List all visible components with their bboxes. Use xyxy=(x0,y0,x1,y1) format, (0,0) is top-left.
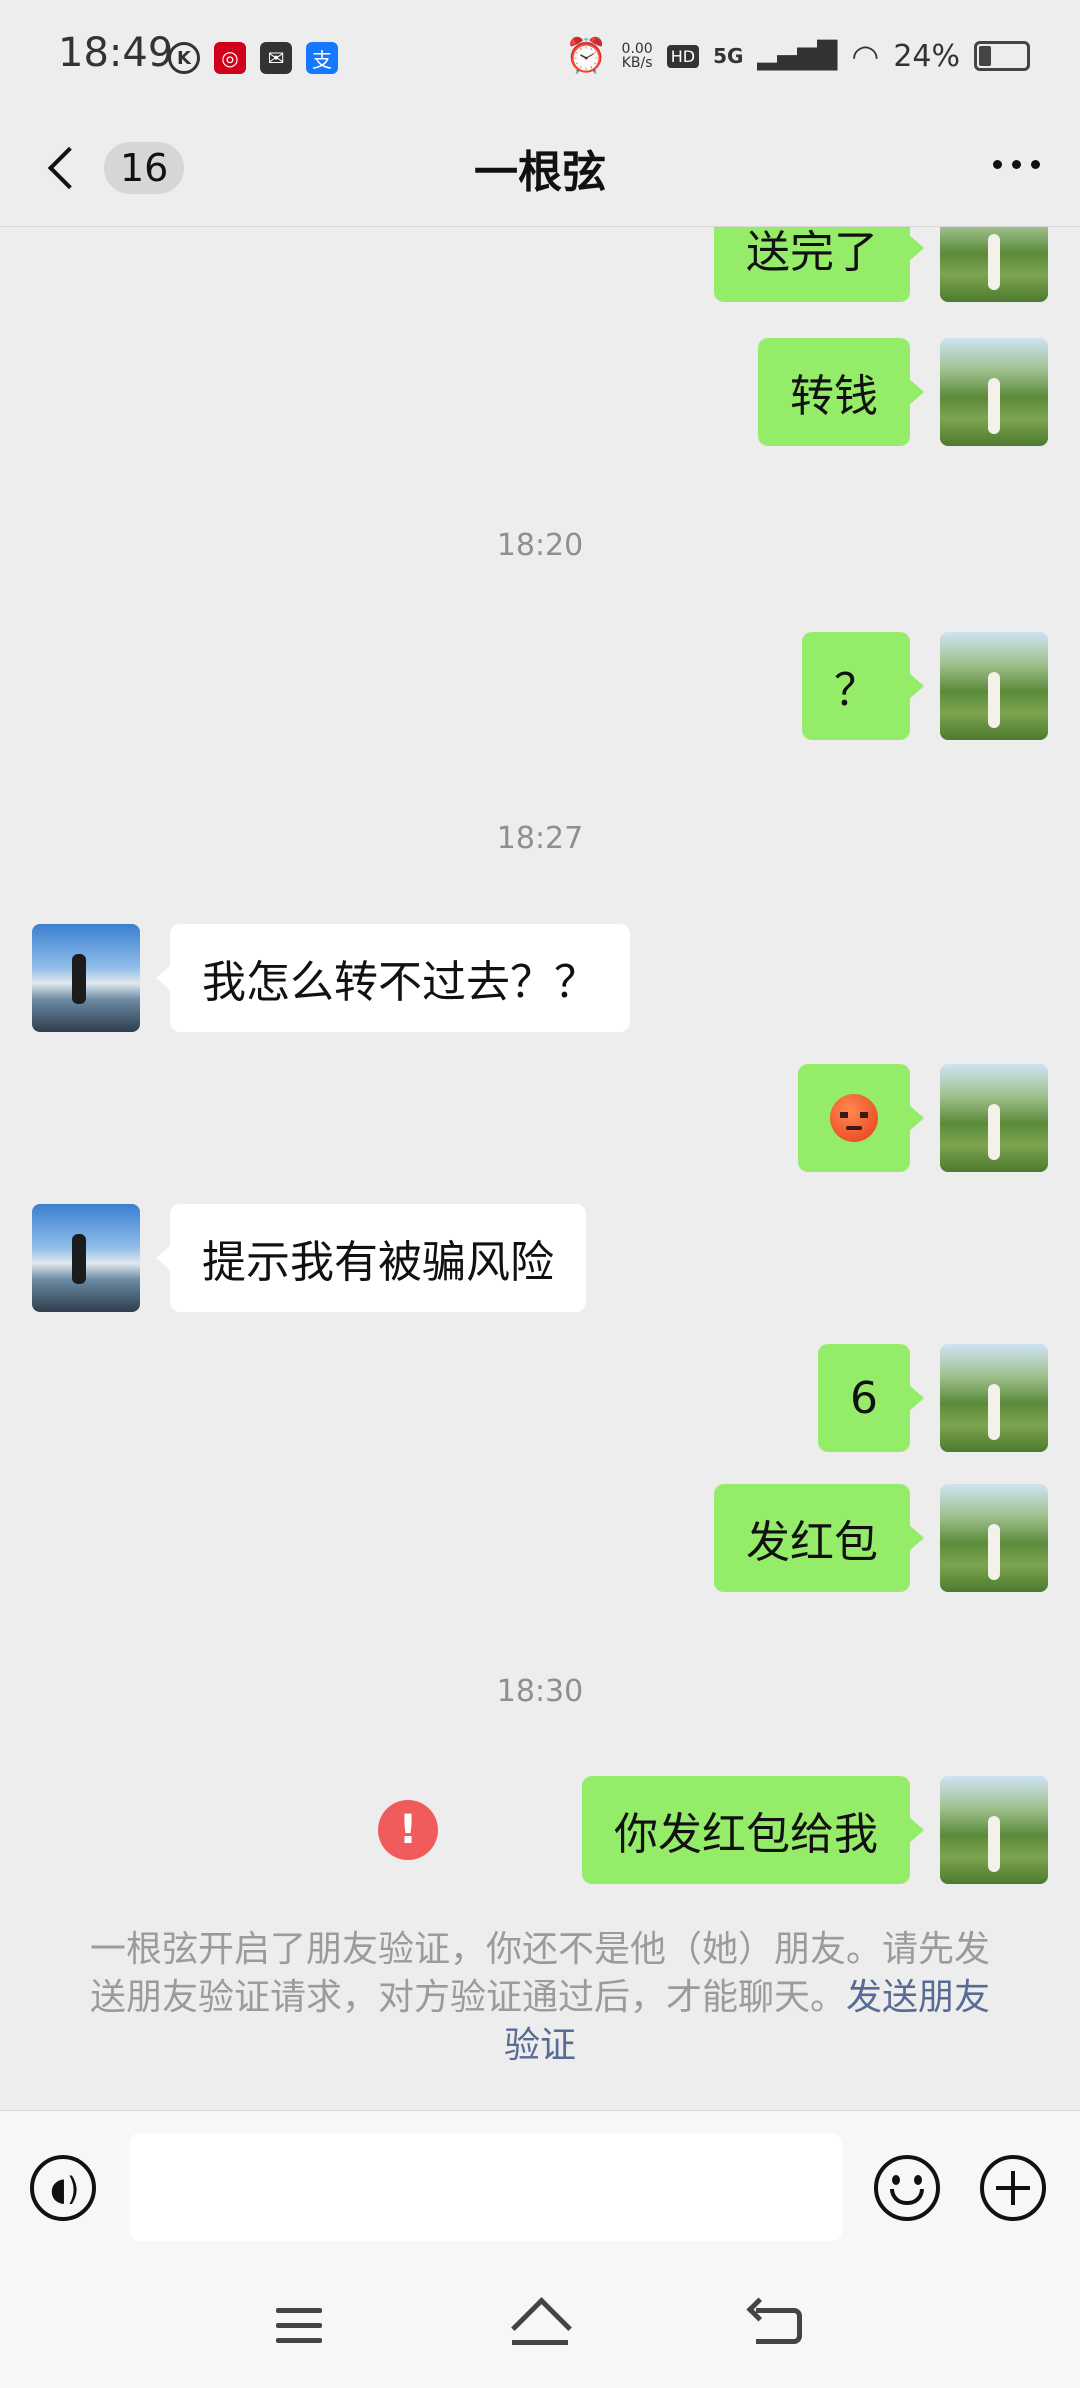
my-message-bubble[interactable] xyxy=(798,1064,924,1172)
signal-bars-icon: ▂▄▆█ xyxy=(757,41,838,71)
wifi-icon: ◠ xyxy=(851,37,880,75)
contact-avatar[interactable] xyxy=(32,924,140,1032)
bank-icon: ◎ xyxy=(214,42,246,74)
more-icon-dot xyxy=(1012,160,1021,169)
status-right: ⏰ 0.00 KB/s HD 5G ▂▄▆█ ◠ 24% xyxy=(565,36,1030,76)
more-button[interactable] xyxy=(993,160,1040,169)
more-icon xyxy=(993,160,1002,169)
message-timestamp: 18:30 xyxy=(496,1674,584,1709)
my-message-bubble[interactable]: 6 xyxy=(818,1344,924,1452)
net-speed: 0.00 KB/s xyxy=(621,41,653,71)
signal-icon: 5G xyxy=(713,44,744,68)
friend-verification-notice: 一根弦开启了朋友验证，你还不是他（她）朋友。请先发送朋友验证请求，对方验证通过后… xyxy=(80,1926,1000,2070)
message-row: 转钱 xyxy=(0,338,1080,446)
my-message-bubble[interactable]: 你发红包给我 xyxy=(582,1776,924,1884)
more-functions-button[interactable] xyxy=(980,2155,1046,2221)
hd-icon: HD xyxy=(666,44,700,68)
mail-icon: ✉ xyxy=(260,42,292,74)
battery-percent: 24% xyxy=(893,38,960,74)
battery-icon xyxy=(974,41,1030,71)
message-list[interactable]: 送完了 转钱 18:20 ？ 18:27 我怎么转不过去？？ 提示我有被骗风险 … xyxy=(0,226,1080,2110)
message-row: 我怎么转不过去？？ xyxy=(0,924,1080,1032)
message-row: 6 xyxy=(0,1344,1080,1452)
contact-message-bubble[interactable]: 提示我有被骗风险 xyxy=(156,1204,586,1312)
status-bar: 18:49 K ◎ ✉ 支 ⏰ 0.00 KB/s HD 5G ▂▄▆█ ◠ 2… xyxy=(0,0,1080,120)
k-icon: K xyxy=(168,42,200,74)
more-icon-dot xyxy=(1031,160,1040,169)
my-avatar[interactable] xyxy=(940,338,1048,446)
emoji-button[interactable] xyxy=(874,2155,940,2221)
my-avatar[interactable] xyxy=(940,1344,1048,1452)
notification-icons: K ◎ ✉ 支 xyxy=(168,42,338,74)
voice-button[interactable]: ◖) xyxy=(30,2155,96,2221)
angry-face-icon xyxy=(830,1094,878,1142)
alarm-icon: ⏰ xyxy=(565,36,608,76)
contact-message-bubble[interactable]: 我怎么转不过去？？ xyxy=(156,924,630,1032)
my-message-bubble[interactable]: 发红包 xyxy=(714,1484,924,1592)
back-icon[interactable] xyxy=(756,2308,802,2344)
contact-avatar[interactable] xyxy=(32,1204,140,1312)
menu-icon[interactable] xyxy=(276,2308,322,2344)
message-timestamp: 18:27 xyxy=(496,821,584,856)
send-failed-icon[interactable]: ! xyxy=(378,1800,438,1860)
my-avatar[interactable] xyxy=(940,632,1048,740)
message-row: 提示我有被骗风险 xyxy=(0,1204,1080,1312)
message-input[interactable] xyxy=(130,2133,842,2241)
my-avatar[interactable] xyxy=(940,1064,1048,1172)
my-message-bubble[interactable]: 送完了 xyxy=(714,226,924,302)
my-message-bubble[interactable]: ？ xyxy=(802,632,924,740)
message-row xyxy=(0,1064,1080,1172)
chat-title: 一根弦 xyxy=(474,147,606,198)
my-avatar[interactable] xyxy=(940,1776,1048,1884)
status-time: 18:49 xyxy=(58,30,174,76)
my-avatar[interactable] xyxy=(940,1484,1048,1592)
input-bar: ◖) xyxy=(0,2110,1080,2265)
system-navigation-bar xyxy=(0,2264,1080,2388)
message-timestamp: 18:20 xyxy=(496,528,584,563)
my-avatar[interactable] xyxy=(940,226,1048,302)
alipay-icon: 支 xyxy=(306,42,338,74)
message-row: ？ xyxy=(0,632,1080,740)
chat-header: 16 一根弦 xyxy=(0,120,1080,227)
message-row: ! 你发红包给我 xyxy=(0,1776,1080,1884)
message-row: 发红包 xyxy=(0,1484,1080,1592)
message-row: 送完了 xyxy=(0,226,1080,302)
home-icon[interactable] xyxy=(511,2297,572,2358)
voice-icon: ◖) xyxy=(50,2170,80,2208)
my-message-bubble[interactable]: 转钱 xyxy=(758,338,924,446)
